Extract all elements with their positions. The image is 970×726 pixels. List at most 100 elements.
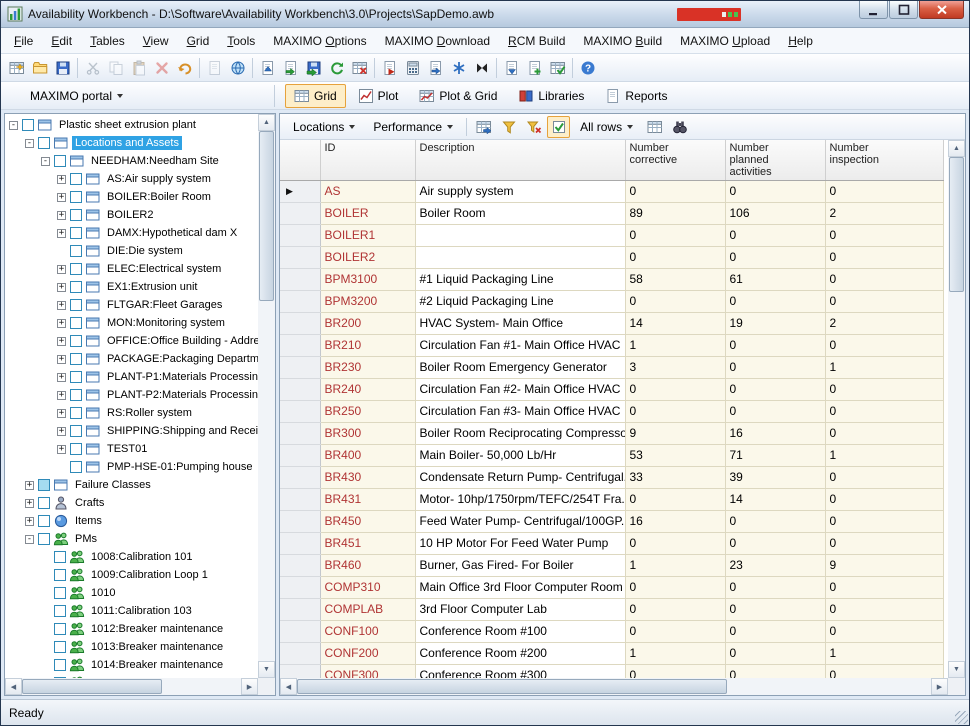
cell-number-corrective[interactable]: 0	[625, 665, 725, 679]
tree-vertical-scrollbar[interactable]: ▲ ▼	[258, 114, 275, 678]
title-bar[interactable]: Availability Workbench - D:\Software\Ava…	[1, 1, 969, 28]
cell-description[interactable]: 3rd Floor Computer Lab	[415, 599, 625, 621]
cell-number-inspection[interactable]: 2	[825, 203, 943, 225]
row-selector[interactable]	[280, 401, 320, 423]
tree-item-damx-hypothetical-dam-x[interactable]: +DAMX:Hypothetical dam X	[5, 224, 258, 242]
tab-plot[interactable]: Plot	[349, 84, 408, 108]
cell-id[interactable]: BR250	[320, 401, 415, 423]
cell-number-corrective[interactable]: 0	[625, 489, 725, 511]
cell-id[interactable]: BR460	[320, 555, 415, 577]
cell-number-inspection[interactable]: 0	[825, 269, 943, 291]
tree-checkbox[interactable]	[70, 281, 82, 293]
cell-number-planned-activities[interactable]: 19	[725, 313, 825, 335]
row-selector[interactable]	[280, 291, 320, 313]
cell-number-corrective[interactable]: 9	[625, 423, 725, 445]
tree-item-plastic-sheet-extrusion-plant[interactable]: -Plastic sheet extrusion plant	[5, 116, 258, 134]
tree-expander-collapsed[interactable]: +	[57, 337, 66, 346]
cell-number-corrective[interactable]: 0	[625, 599, 725, 621]
cell-number-inspection[interactable]: 0	[825, 577, 943, 599]
row-selector[interactable]	[280, 247, 320, 269]
cell-id[interactable]: BR240	[320, 379, 415, 401]
tab-plot-grid[interactable]: Plot & Grid	[410, 84, 506, 108]
cell-description[interactable]: Circulation Fan #1- Main Office HVAC	[415, 335, 625, 357]
tree-item-fltgar-fleet-garages[interactable]: +FLTGAR:Fleet Garages	[5, 296, 258, 314]
tree-checkbox[interactable]	[70, 353, 82, 365]
cell-id[interactable]: CONF100	[320, 621, 415, 643]
row-selector[interactable]	[280, 621, 320, 643]
tree-item-needham-needham-site[interactable]: -NEEDHAM:Needham Site	[5, 152, 258, 170]
tree-checkbox[interactable]	[70, 299, 82, 311]
tree-expander-collapsed[interactable]: +	[25, 517, 34, 526]
tree-checkbox[interactable]	[54, 551, 66, 563]
cell-number-planned-activities[interactable]: 106	[725, 203, 825, 225]
menu-file[interactable]: File	[5, 30, 42, 52]
save-project-button[interactable]	[51, 56, 74, 79]
cell-number-corrective[interactable]: 1	[625, 555, 725, 577]
menu-maximo-upload[interactable]: MAXIMO Upload	[671, 30, 779, 52]
menu-grid[interactable]: Grid	[178, 30, 219, 52]
tree-expander-expanded[interactable]: -	[41, 157, 50, 166]
cell-number-planned-activities[interactable]: 71	[725, 445, 825, 467]
tree-expander-collapsed[interactable]: +	[25, 499, 34, 508]
cell-number-planned-activities[interactable]: 0	[725, 643, 825, 665]
row-selector[interactable]	[280, 555, 320, 577]
tree-expander-collapsed[interactable]: +	[57, 301, 66, 310]
row-selector[interactable]	[280, 599, 320, 621]
cell-id[interactable]: COMP310	[320, 577, 415, 599]
menu-tools[interactable]: Tools	[218, 30, 264, 52]
scroll-up-button[interactable]: ▲	[258, 114, 275, 131]
tree-checkbox[interactable]	[54, 641, 66, 653]
maximo-build-button[interactable]	[447, 56, 470, 79]
menu-maximo-download[interactable]: MAXIMO Download	[376, 30, 499, 52]
tree-checkbox[interactable]	[70, 371, 82, 383]
import-data-button[interactable]	[279, 56, 302, 79]
cell-number-inspection[interactable]: 2	[825, 313, 943, 335]
tree-checkbox[interactable]	[38, 479, 50, 491]
send-to-grid-button[interactable]	[472, 116, 495, 138]
column-header-number-inspection[interactable]: Number inspection	[825, 140, 943, 181]
cell-id[interactable]: BPM3200	[320, 291, 415, 313]
scrollbar-thumb[interactable]	[949, 157, 964, 292]
scroll-down-button[interactable]: ▼	[258, 661, 275, 678]
find-button[interactable]	[668, 116, 691, 138]
cell-number-planned-activities[interactable]: 0	[725, 247, 825, 269]
cell-number-inspection[interactable]: 0	[825, 599, 943, 621]
tree-item-1010[interactable]: 1010	[5, 584, 258, 602]
row-selector[interactable]	[280, 379, 320, 401]
cell-number-planned-activities[interactable]: 0	[725, 379, 825, 401]
cell-number-inspection[interactable]: 0	[825, 401, 943, 423]
tree-checkbox[interactable]	[70, 173, 82, 185]
scroll-right-button[interactable]: ▶	[931, 678, 948, 695]
cell-description[interactable]: Boiler Room Emergency Generator	[415, 357, 625, 379]
tab-libraries[interactable]: Libraries	[509, 84, 593, 108]
row-selector[interactable]	[280, 335, 320, 357]
refresh-button[interactable]	[325, 56, 348, 79]
cell-number-inspection[interactable]: 0	[825, 489, 943, 511]
cell-id[interactable]: BOILER2	[320, 247, 415, 269]
tree-expander-collapsed[interactable]: +	[57, 355, 66, 364]
cell-description[interactable]: Main Office 3rd Floor Computer Room	[415, 577, 625, 599]
web-portal-button[interactable]	[226, 56, 249, 79]
row-selector[interactable]	[280, 489, 320, 511]
performance-dropdown[interactable]: Performance	[365, 116, 461, 138]
tree-item-plant-p1-materials-processin[interactable]: +PLANT-P1:Materials Processin	[5, 368, 258, 386]
tree-checkbox[interactable]	[38, 515, 50, 527]
tree-item-die-die-system[interactable]: DIE:Die system	[5, 242, 258, 260]
cell-number-inspection[interactable]: 0	[825, 181, 943, 203]
menu-view[interactable]: View	[134, 30, 178, 52]
rcm-build-button[interactable]	[424, 56, 447, 79]
download-file-button[interactable]	[500, 56, 523, 79]
maximo-portal-dropdown[interactable]: MAXIMO portal	[5, 88, 274, 104]
cell-id[interactable]: BR450	[320, 511, 415, 533]
cell-number-planned-activities[interactable]: 14	[725, 489, 825, 511]
export-data-button[interactable]	[256, 56, 279, 79]
menu-rcm-build[interactable]: RCM Build	[499, 30, 574, 52]
cell-number-corrective[interactable]: 0	[625, 379, 725, 401]
cell-description[interactable]: #1 Liquid Packaging Line	[415, 269, 625, 291]
locations-dropdown[interactable]: Locations	[285, 116, 363, 138]
cell-description[interactable]	[415, 247, 625, 269]
cell-id[interactable]: BOILER	[320, 203, 415, 225]
tree-checkbox[interactable]	[54, 587, 66, 599]
cell-number-planned-activities[interactable]: 0	[725, 511, 825, 533]
tree-checkbox[interactable]	[70, 191, 82, 203]
